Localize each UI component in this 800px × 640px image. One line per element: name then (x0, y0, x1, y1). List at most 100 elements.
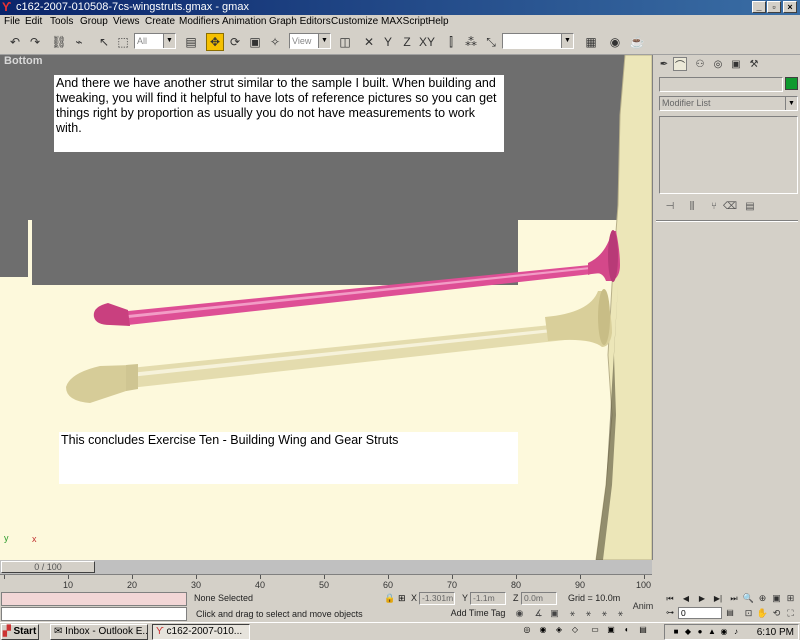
remove-modifier-icon[interactable]: ⌫ (723, 200, 737, 214)
volume-icon[interactable]: ♪ (731, 627, 741, 637)
display-tab-icon[interactable]: ▣ (729, 57, 743, 71)
restrict-x-icon[interactable]: ✕ (360, 33, 378, 51)
menu-file[interactable]: File (4, 15, 20, 29)
align-icon[interactable]: ⤡ (482, 33, 500, 51)
snap-toggle-icon[interactable]: ◉ (513, 607, 526, 620)
maximize-button[interactable]: ▫ (767, 1, 781, 13)
restrict-z-icon[interactable]: Z (398, 33, 416, 51)
tray-icon[interactable]: ◉ (719, 627, 729, 637)
menu-edit[interactable]: Edit (25, 15, 42, 29)
manipulate-icon[interactable]: ✧ (266, 33, 284, 51)
pivot-center-icon[interactable]: ◫ (336, 33, 354, 51)
viewport-nav-icon[interactable]: ⚹ (598, 607, 611, 620)
start-button[interactable]: ▞ Start (1, 624, 39, 640)
tray-icon[interactable]: ▲ (707, 627, 717, 637)
maxscript-listener-output[interactable] (1, 607, 187, 621)
bottom-viewport[interactable]: Bottom And there we have another strut s… (0, 55, 652, 560)
mirror-icon[interactable]: ⫿ (442, 33, 460, 51)
zoom-icon[interactable]: 🔍 (742, 592, 755, 605)
arc-rotate-icon[interactable]: ⟲ (770, 607, 783, 620)
menu-group[interactable]: Group (80, 15, 108, 29)
gmax-icon[interactable]: ϒ (2, 1, 14, 13)
region-select-icon[interactable]: ⬚ (114, 33, 132, 51)
menu-modifiers[interactable]: Modifiers (179, 15, 220, 29)
absolute-mode-icon[interactable]: ⊞ (398, 593, 406, 604)
time-slider-thumb[interactable]: 0 / 100 (1, 561, 95, 573)
select-and-rotate-icon[interactable]: ⟳ (226, 33, 244, 51)
viewport-nav-icon[interactable]: ⚹ (614, 607, 627, 620)
y-coord-field[interactable]: -1.1m (470, 592, 506, 605)
menu-tools[interactable]: Tools (50, 15, 73, 29)
create-tab-icon[interactable]: ✒ (657, 57, 671, 71)
object-name-field[interactable] (659, 77, 783, 92)
current-frame-field[interactable]: 0 (678, 607, 722, 619)
selection-filter-dropdown[interactable]: All ▼ (134, 33, 176, 49)
modifier-stack[interactable] (659, 116, 798, 194)
unlink-icon[interactable]: ⌁ (70, 33, 88, 51)
x-coord-field[interactable]: -1.301m (419, 592, 455, 605)
time-slider[interactable]: 0 / 100 (0, 560, 652, 574)
object-color-swatch[interactable] (785, 77, 798, 90)
time-config-icon[interactable]: ▤ (724, 607, 736, 619)
select-and-scale-icon[interactable]: ▣ (246, 33, 264, 51)
percent-snap-icon[interactable]: ▣ (548, 607, 561, 620)
tray-icon[interactable]: ■ (671, 627, 681, 637)
spinner-snap-icon[interactable]: ⚹ (566, 607, 579, 620)
zoom-extents-icon[interactable]: ▣ (770, 592, 783, 605)
utilities-tab-icon[interactable]: ⚒ (747, 57, 761, 71)
render-icon[interactable]: ◉ (606, 33, 624, 51)
next-frame-icon[interactable]: ▶| (712, 593, 724, 605)
quick-launch-icon[interactable]: ◉ (538, 625, 548, 635)
select-and-move-icon[interactable]: ✥ (206, 33, 224, 51)
quick-launch-icon[interactable]: ◎ (522, 625, 532, 635)
tray-icon[interactable]: ◆ (683, 627, 693, 637)
maximize-viewport-icon[interactable]: ⛶ (784, 607, 797, 620)
go-to-start-icon[interactable]: ⏮ (664, 593, 676, 605)
taskbar-item-outlook[interactable]: ✉ Inbox - Outlook E... (50, 624, 148, 640)
reference-coord-dropdown[interactable]: View ▼ (289, 33, 331, 49)
animate-button[interactable]: Anim (630, 594, 656, 618)
lock-selection-icon[interactable]: 🔒 (384, 593, 395, 604)
modifier-list-dropdown[interactable]: Modifier List ▼ (659, 96, 798, 111)
zoom-all-icon[interactable]: ⊕ (756, 592, 769, 605)
menu-customize[interactable]: Customize (331, 15, 378, 29)
select-and-link-icon[interactable]: ⛓ (50, 33, 68, 51)
taskbar-item-gmax[interactable]: ϒ c162-2007-010... (152, 624, 250, 640)
show-end-result-icon[interactable]: ⫼ (685, 200, 699, 214)
motion-tab-icon[interactable]: ◎ (711, 57, 725, 71)
pin-stack-icon[interactable]: ⊣ (663, 200, 677, 214)
close-button[interactable]: × (783, 1, 797, 13)
quick-launch-icon[interactable]: ▤ (638, 625, 648, 635)
quick-launch-icon[interactable]: ◇ (570, 625, 580, 635)
restrict-y-icon[interactable]: Y (379, 33, 397, 51)
viewport-nav-icon[interactable]: ⚹ (582, 607, 595, 620)
menu-create[interactable]: Create (145, 15, 175, 29)
select-by-name-icon[interactable]: ▤ (182, 33, 200, 51)
material-editor-icon[interactable]: ▦ (582, 33, 600, 51)
minimize-button[interactable]: _ (752, 1, 766, 13)
quick-launch-icon[interactable]: ◈ (554, 625, 564, 635)
angle-snap-icon[interactable]: ∡ (532, 607, 545, 620)
menu-animation[interactable]: Animation (222, 15, 266, 29)
restrict-xy-icon[interactable]: XY (418, 33, 436, 51)
redo-icon[interactable]: ↷ (26, 33, 44, 51)
menu-graph-editors[interactable]: Graph Editors (269, 15, 331, 29)
zoom-extents-all-icon[interactable]: ⊞ (784, 592, 797, 605)
menu-maxscript[interactable]: MAXScript (381, 15, 428, 29)
key-mode-icon[interactable]: ⊶ (664, 607, 676, 619)
undo-icon[interactable]: ↶ (6, 33, 24, 51)
menu-help[interactable]: Help (428, 15, 449, 29)
region-zoom-icon[interactable]: ⊡ (742, 607, 755, 620)
quick-launch-icon[interactable]: ▣ (606, 625, 616, 635)
tray-icon[interactable]: ● (695, 627, 705, 637)
array-icon[interactable]: ⁂ (462, 33, 480, 51)
track-bar[interactable]: 10 20 30 40 50 60 70 80 90 100 (0, 574, 652, 590)
quick-launch-icon[interactable]: ◐ (622, 625, 632, 635)
named-selection-dropdown[interactable]: ▼ (502, 33, 574, 49)
go-to-end-icon[interactable]: ⏭ (728, 593, 740, 605)
play-icon[interactable]: ▶ (696, 593, 708, 605)
configure-modifier-sets-icon[interactable]: ▤ (743, 200, 757, 214)
z-coord-field[interactable]: 0.0m (521, 592, 557, 605)
maxscript-listener-input[interactable] (1, 592, 187, 606)
quick-render-icon[interactable]: ☕ (628, 33, 646, 51)
